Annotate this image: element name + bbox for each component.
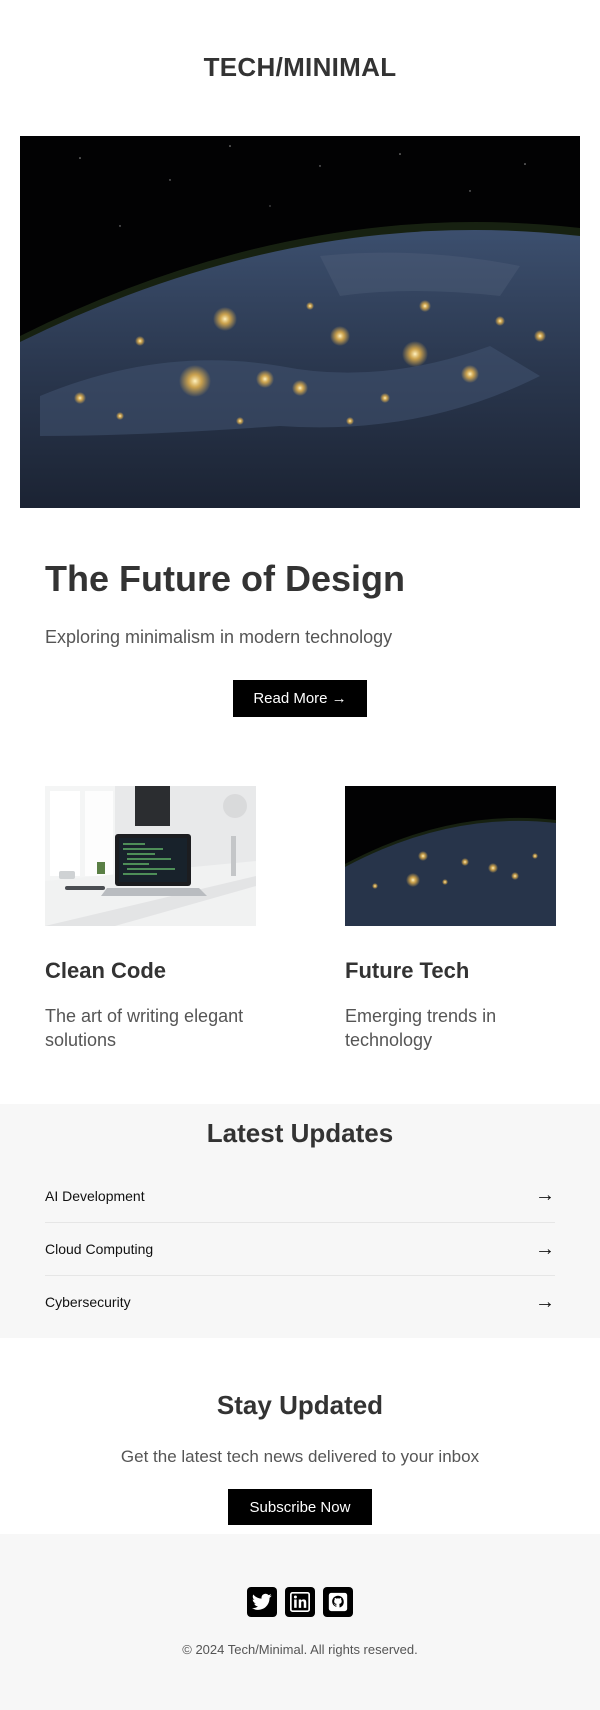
hero-title: The Future of Design bbox=[45, 558, 405, 599]
subscribe-text: Get the latest tech news delivered to yo… bbox=[120, 1447, 480, 1466]
read-more-button[interactable]: Read More → bbox=[233, 680, 367, 717]
card-text-clean-code: The art of writing elegant solutions bbox=[45, 1006, 244, 1050]
site-header: TECH/MINIMAL bbox=[0, 0, 600, 136]
arrow-right-icon: → bbox=[535, 1184, 555, 1206]
copyright-text: © 2024 Tech/Minimal. All rights reserved… bbox=[182, 1642, 418, 1657]
laptop-desk-image bbox=[45, 786, 256, 926]
site-footer: © 2024 Tech/Minimal. All rights reserved… bbox=[0, 1534, 600, 1710]
update-item-label: Cloud Computing bbox=[45, 1241, 154, 1257]
update-item-label: AI Development bbox=[45, 1187, 145, 1204]
social-links bbox=[0, 1587, 600, 1617]
linkedin-icon[interactable] bbox=[285, 1587, 315, 1617]
subscribe-button[interactable]: Subscribe Now bbox=[228, 1489, 372, 1525]
card-title-clean-code[interactable]: Clean Code bbox=[45, 958, 166, 984]
brand-logo[interactable]: TECH/MINIMAL bbox=[0, 52, 600, 83]
card-image-clean-code[interactable] bbox=[45, 786, 256, 926]
earth-night-image bbox=[20, 136, 580, 508]
twitter-icon[interactable] bbox=[247, 1587, 277, 1617]
subscribe-title: Stay Updated bbox=[216, 1390, 384, 1420]
arrow-right-icon: → bbox=[535, 1290, 555, 1313]
card-image-future-tech[interactable] bbox=[345, 786, 556, 926]
update-item-label: Cybersecurity bbox=[45, 1294, 131, 1310]
arrow-right-icon: → bbox=[535, 1237, 555, 1260]
earth-night-image bbox=[345, 786, 556, 926]
card-text-future-tech: Emerging trends in technology bbox=[345, 1006, 497, 1050]
hero-subtitle: Exploring minimalism in modern technolog… bbox=[45, 627, 393, 647]
hero-image bbox=[20, 136, 580, 508]
update-item-ai-development[interactable]: AI Development → bbox=[45, 1169, 555, 1222]
card-title-future-tech[interactable]: Future Tech bbox=[345, 958, 469, 984]
updates-title: Latest Updates bbox=[206, 1118, 394, 1148]
update-item-cloud-computing[interactable]: Cloud Computing → bbox=[45, 1222, 555, 1275]
github-icon[interactable] bbox=[323, 1587, 353, 1617]
latest-updates-section: Latest Updates AI Development → Cloud Co… bbox=[0, 1104, 600, 1338]
update-item-cybersecurity[interactable]: Cybersecurity → bbox=[45, 1275, 555, 1328]
